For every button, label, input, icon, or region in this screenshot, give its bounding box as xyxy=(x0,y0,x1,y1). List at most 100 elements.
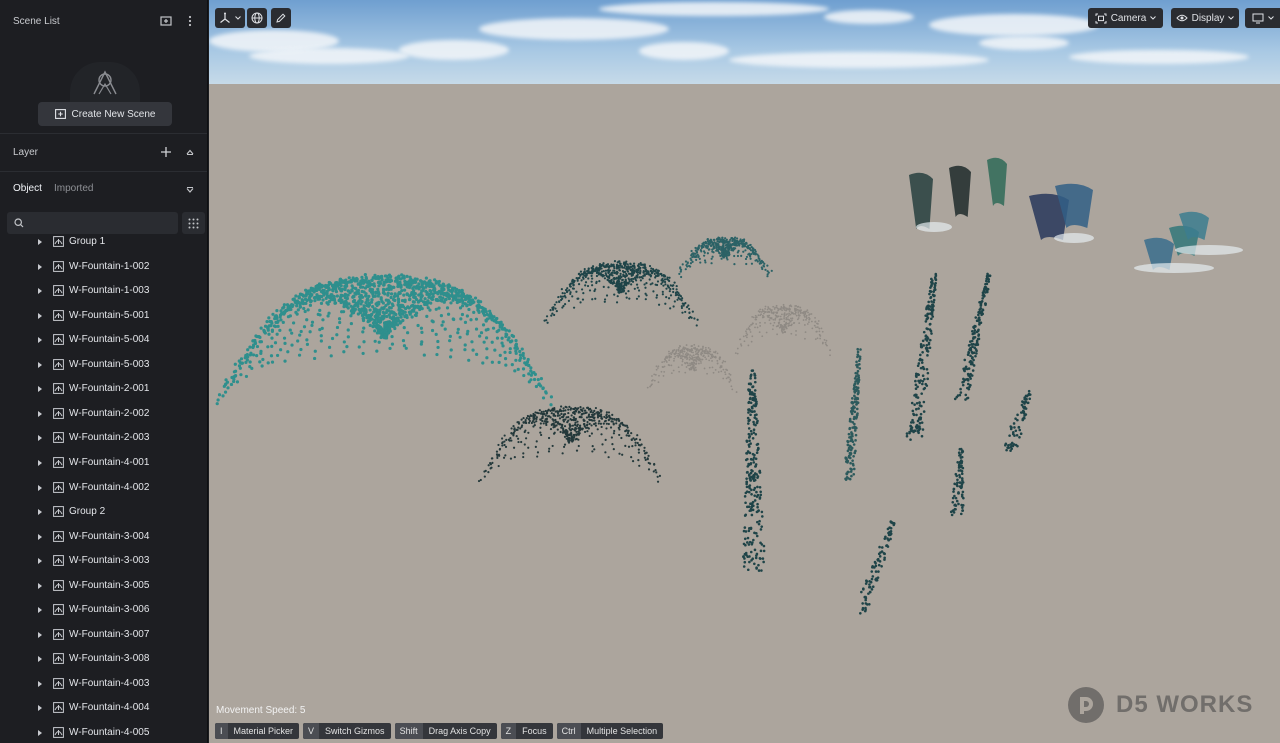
expand-arrow-icon[interactable] xyxy=(38,337,42,344)
shortcut-key: Ctrl xyxy=(556,723,581,739)
layer-row[interactable]: W-Fountain-1-002 xyxy=(0,255,207,279)
add-scene-icon[interactable] xyxy=(157,12,175,30)
layer-row[interactable]: W-Fountain-5-003 xyxy=(0,353,207,377)
shortcut-label: Drag Axis Copy xyxy=(428,726,491,736)
expand-arrow-icon[interactable] xyxy=(38,558,42,565)
expand-arrow-icon[interactable] xyxy=(38,607,42,614)
expand-arrow-icon[interactable] xyxy=(38,730,42,736)
expand-arrow-icon[interactable] xyxy=(38,631,42,638)
expand-arrow-icon[interactable] xyxy=(38,263,42,270)
expand-arrow-icon[interactable] xyxy=(38,239,42,245)
fountain-fan-spray[interactable] xyxy=(477,405,662,483)
tab-imported[interactable]: Imported xyxy=(54,183,93,194)
more-options-icon[interactable] xyxy=(181,12,199,30)
fountain-jet-1[interactable] xyxy=(742,369,766,572)
empty-scene-illustration xyxy=(70,62,140,102)
layer-row[interactable]: W-Fountain-2-001 xyxy=(0,377,207,401)
camera-dropdown[interactable]: Camera xyxy=(1088,8,1163,28)
layer-row[interactable]: Group 2 xyxy=(0,500,207,524)
layer-tabs: Object Imported xyxy=(0,181,207,199)
view-layout-dropdown[interactable] xyxy=(1245,8,1280,28)
tab-object[interactable]: Object xyxy=(13,183,42,194)
layer-header: Layer xyxy=(0,141,207,163)
layer-row[interactable]: W-Fountain-4-005 xyxy=(0,721,207,743)
expand-arrow-icon[interactable] xyxy=(38,288,42,295)
collapse-layer-icon[interactable] xyxy=(181,143,199,161)
shortcut-key: V xyxy=(303,723,320,739)
layer-label: W-Fountain-5-003 xyxy=(69,358,150,370)
expand-arrow-icon[interactable] xyxy=(38,582,42,589)
expand-arrow-icon[interactable] xyxy=(38,386,42,393)
world-coordinates-button[interactable] xyxy=(247,8,267,28)
layer-label: W-Fountain-3-008 xyxy=(69,653,150,665)
fountain-ring-spray-1[interactable] xyxy=(646,343,738,393)
display-dropdown[interactable]: Display xyxy=(1171,8,1239,28)
expand-arrow-icon[interactable] xyxy=(38,361,42,368)
layer-row[interactable]: W-Fountain-4-004 xyxy=(0,696,207,720)
transform-mode-button[interactable] xyxy=(215,8,245,28)
layer-row[interactable]: W-Fountain-5-004 xyxy=(0,328,207,352)
fountain-jet-6[interactable] xyxy=(949,447,965,517)
layer-row[interactable]: W-Fountain-4-002 xyxy=(0,476,207,500)
fountain-ring-spray-2[interactable] xyxy=(734,303,832,357)
fountain-medium-spray[interactable] xyxy=(543,260,699,327)
expand-arrow-icon[interactable] xyxy=(38,533,42,540)
object-icon xyxy=(53,530,64,542)
waterfall-panel-2[interactable] xyxy=(949,165,971,217)
object-icon xyxy=(53,285,64,296)
object-icon xyxy=(53,604,64,616)
layer-row[interactable]: W-Fountain-4-001 xyxy=(0,451,207,475)
eye-icon xyxy=(1175,14,1188,22)
layer-row[interactable]: W-Fountain-3-008 xyxy=(0,647,207,671)
watermark-text: D5 WORKS xyxy=(1116,691,1254,718)
fountain-jet-4[interactable] xyxy=(953,272,992,401)
layer-row[interactable]: W-Fountain-3-006 xyxy=(0,598,207,622)
watermark: D5 WORKS xyxy=(1068,686,1253,724)
layer-row[interactable]: W-Fountain-5-001 xyxy=(0,304,207,328)
waterfall-panel-1[interactable] xyxy=(909,172,933,229)
object-icon xyxy=(53,334,64,346)
fountain-jet-7[interactable] xyxy=(859,520,896,615)
expand-arrow-icon[interactable] xyxy=(38,435,42,442)
object-icon xyxy=(53,457,64,468)
expand-arrow-icon[interactable] xyxy=(38,410,42,417)
create-new-scene-button[interactable]: Create New Scene xyxy=(38,102,172,126)
layer-row[interactable]: W-Fountain-1-003 xyxy=(0,279,207,303)
fountain-jet-2[interactable] xyxy=(844,347,862,481)
layer-row[interactable]: W-Fountain-3-007 xyxy=(0,623,207,647)
layer-row[interactable]: W-Fountain-2-003 xyxy=(0,426,207,450)
fountain-jet-3[interactable] xyxy=(905,272,938,441)
3d-viewport[interactable]: Camera Display Movement Speed: 5 I Materi… xyxy=(209,0,1280,743)
shortcut-label: Switch Gizmos xyxy=(325,726,385,736)
snap-tool-button[interactable] xyxy=(271,8,291,28)
shortcut-key: Shift xyxy=(394,723,423,739)
shortcut-hint: Z Focus xyxy=(500,723,553,739)
filter-dropdown-icon[interactable] xyxy=(181,181,199,199)
expand-arrow-icon[interactable] xyxy=(38,312,42,319)
layer-row[interactable]: Group 1 xyxy=(0,230,207,254)
layer-row[interactable]: W-Fountain-2-002 xyxy=(0,402,207,426)
waterfall-panel-3[interactable] xyxy=(987,157,1007,206)
expand-arrow-icon[interactable] xyxy=(38,705,42,712)
shortcut-hint: V Switch Gizmos xyxy=(303,723,391,739)
fountain-scene[interactable] xyxy=(209,0,1280,743)
fountain-large-spray[interactable] xyxy=(215,273,554,407)
add-layer-icon[interactable] xyxy=(157,143,175,161)
layer-label: Group 2 xyxy=(69,506,106,518)
expand-arrow-icon[interactable] xyxy=(38,484,42,491)
shortcut-hint: Shift Drag Axis Copy xyxy=(394,723,497,739)
fountain-small-spray[interactable] xyxy=(678,236,773,279)
layer-title: Layer xyxy=(13,146,39,158)
layer-row[interactable]: W-Fountain-3-005 xyxy=(0,574,207,598)
fountain-jet-5[interactable] xyxy=(1004,389,1032,452)
layer-row[interactable]: W-Fountain-3-004 xyxy=(0,525,207,549)
expand-arrow-icon[interactable] xyxy=(38,680,42,687)
layer-row[interactable]: W-Fountain-3-003 xyxy=(0,549,207,573)
sidebar: Scene List Create New Scene Layer Object… xyxy=(0,0,208,743)
camera-label: Camera xyxy=(1110,12,1147,24)
layer-row[interactable]: W-Fountain-4-003 xyxy=(0,672,207,696)
expand-arrow-icon[interactable] xyxy=(38,509,42,516)
expand-arrow-icon[interactable] xyxy=(38,459,42,466)
expand-arrow-icon[interactable] xyxy=(38,656,42,663)
object-icon xyxy=(53,506,64,517)
